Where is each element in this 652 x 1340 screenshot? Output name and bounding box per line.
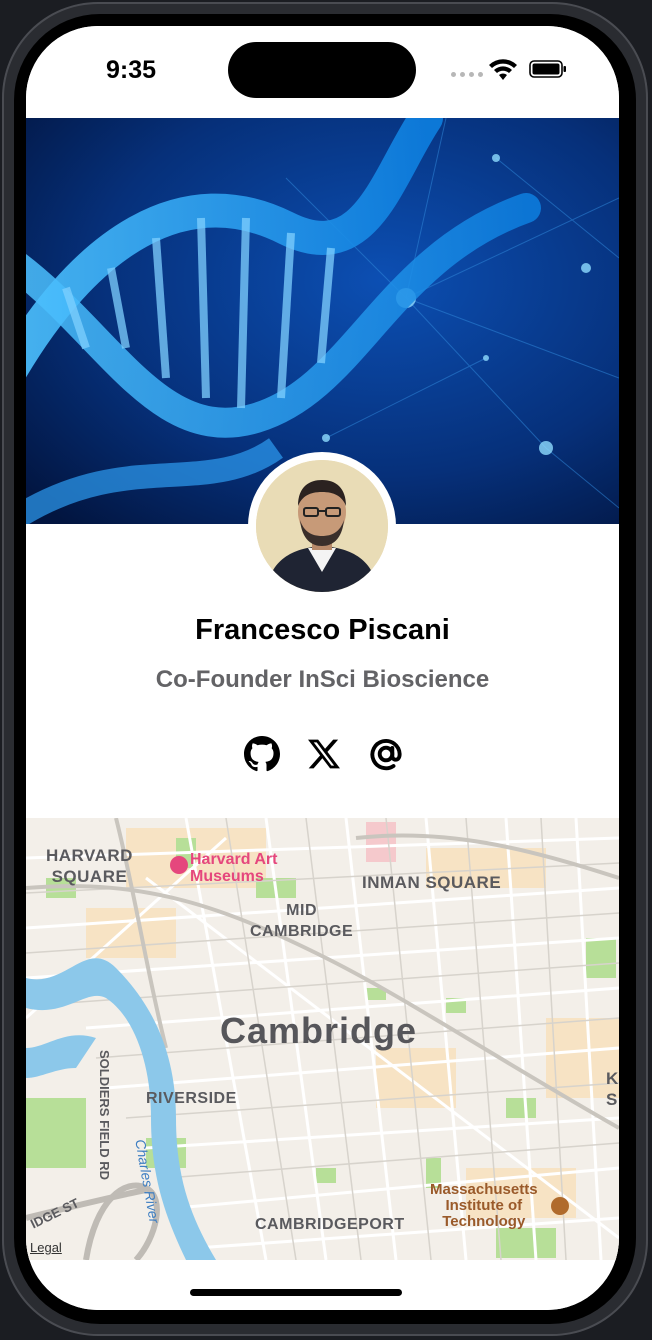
university-pin-icon[interactable]	[551, 1197, 569, 1215]
map-label-harvard-art-museums[interactable]: Harvard Art Museums	[190, 851, 277, 885]
map-label-riverside: RIVERSIDE	[146, 1090, 237, 1107]
home-indicator[interactable]	[190, 1289, 402, 1296]
status-bar: 9:35	[26, 26, 619, 118]
x-icon	[308, 739, 340, 769]
map-label-edge: K S	[606, 1069, 619, 1109]
dynamic-island	[228, 42, 416, 98]
map-label-mid-cambridge: MID CAMBRIDGE	[250, 902, 354, 940]
x-link[interactable]	[306, 736, 342, 772]
screen: 9:35 Francesco Piscani Co-Founder InSci …	[26, 26, 619, 1310]
github-link[interactable]	[244, 736, 280, 772]
status-time: 9:35	[106, 56, 157, 84]
map-legal-link[interactable]: Legal	[30, 1240, 62, 1255]
map-label-cambridgeport: CAMBRIDGEPORT	[255, 1216, 405, 1233]
email-link[interactable]	[368, 736, 404, 772]
map-label-harvard-square: HARVARD SQUARE	[46, 846, 133, 886]
avatar	[256, 460, 388, 592]
museum-pin-icon[interactable]	[170, 856, 188, 874]
map-label-mit[interactable]: Massachusetts Institute of Technology	[430, 1182, 538, 1230]
map-label-soldiers-field-rd: SOLDIERS FIELD RD	[97, 1050, 112, 1181]
social-links	[244, 734, 404, 774]
map-label-inman-square: INMAN SQUARE	[362, 873, 502, 892]
profile-title: Co-Founder InSci Bioscience	[155, 666, 490, 693]
profile-name: Francesco Piscani	[195, 614, 450, 646]
github-icon	[244, 736, 280, 772]
profile-avatar-ring	[248, 452, 396, 600]
at-sign-icon	[370, 738, 402, 771]
wifi-icon	[489, 59, 517, 80]
battery-icon	[529, 60, 566, 78]
bottom-safe-area	[26, 1260, 619, 1310]
map-label-cambridge: Cambridge	[220, 1010, 418, 1051]
cellular-signal-icon	[451, 72, 483, 77]
